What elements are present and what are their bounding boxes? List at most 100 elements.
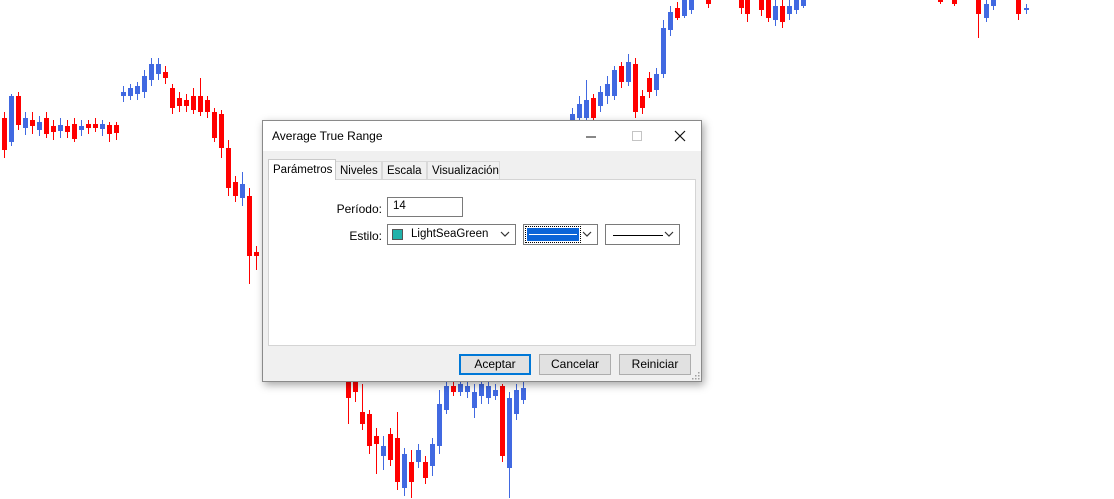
candle-body bbox=[984, 4, 989, 18]
tab-visualizacion[interactable]: Visualización bbox=[427, 161, 500, 179]
bearish-candle bbox=[706, 0, 711, 8]
tab-parametros[interactable]: Parámetros bbox=[268, 159, 336, 180]
bearish-candle bbox=[388, 428, 393, 466]
dialog-titlebar[interactable]: Average True Range bbox=[263, 121, 701, 151]
line-width-preview bbox=[525, 226, 581, 243]
bullish-candle bbox=[416, 444, 421, 468]
candle-body bbox=[114, 125, 119, 133]
candle-body bbox=[598, 92, 603, 106]
candle-body bbox=[605, 84, 610, 96]
candle-body bbox=[156, 64, 161, 74]
bullish-candle bbox=[612, 66, 617, 100]
candle-body bbox=[184, 100, 189, 106]
tab-niveles[interactable]: Niveles bbox=[335, 161, 382, 179]
bearish-candle bbox=[44, 112, 49, 138]
candle-body bbox=[451, 386, 456, 392]
candle-body bbox=[584, 100, 589, 118]
candle-body bbox=[991, 0, 996, 6]
bearish-candle bbox=[409, 450, 414, 498]
line-style-select[interactable] bbox=[605, 224, 680, 245]
candle-body bbox=[577, 104, 582, 118]
candle-body bbox=[500, 386, 505, 456]
close-button[interactable] bbox=[657, 121, 703, 151]
candle-body bbox=[493, 390, 498, 396]
candle-body bbox=[952, 0, 957, 4]
candle-body bbox=[23, 118, 28, 128]
candle-body bbox=[100, 124, 105, 129]
bullish-candle bbox=[486, 380, 491, 404]
candle-body bbox=[612, 70, 617, 96]
accept-button[interactable]: Aceptar bbox=[459, 354, 531, 375]
candle-body bbox=[507, 398, 512, 468]
minimize-button[interactable] bbox=[568, 121, 614, 151]
candle-body bbox=[444, 386, 449, 410]
bearish-candle bbox=[780, 0, 785, 28]
minimize-icon bbox=[585, 136, 596, 137]
bullish-candle bbox=[58, 118, 63, 138]
resize-grip-icon[interactable] bbox=[690, 370, 700, 380]
bullish-candle bbox=[605, 76, 610, 104]
candle-body bbox=[51, 126, 56, 132]
chevron-down-icon bbox=[582, 231, 592, 237]
candle-body bbox=[801, 0, 806, 6]
candle-body bbox=[107, 125, 112, 134]
bullish-candle bbox=[682, 0, 687, 18]
bullish-candle bbox=[507, 392, 512, 498]
candle-body bbox=[654, 74, 659, 90]
candle-body bbox=[205, 100, 210, 112]
candle-body bbox=[191, 96, 196, 110]
bullish-candle bbox=[472, 384, 477, 418]
candle-body bbox=[142, 76, 147, 92]
candle-body bbox=[668, 12, 673, 30]
period-input[interactable]: 14 bbox=[387, 197, 463, 217]
candle-body bbox=[739, 0, 744, 8]
bearish-candle bbox=[86, 120, 91, 134]
style-label: Estilo: bbox=[349, 229, 382, 243]
color-swatch bbox=[392, 229, 403, 240]
bullish-candle bbox=[577, 96, 582, 122]
bullish-candle bbox=[128, 84, 133, 100]
candle-body bbox=[1016, 0, 1021, 14]
candle-body bbox=[16, 96, 21, 125]
bullish-candle bbox=[381, 436, 386, 470]
bearish-candle bbox=[938, 0, 943, 4]
bearish-candle bbox=[219, 110, 224, 158]
bullish-candle bbox=[1024, 4, 1029, 14]
bearish-candle bbox=[739, 0, 744, 14]
candle-body bbox=[44, 118, 49, 134]
bullish-candle bbox=[689, 0, 694, 14]
candle-body bbox=[149, 64, 154, 80]
candle-body bbox=[9, 96, 14, 142]
candle-body bbox=[2, 118, 7, 150]
cancel-button[interactable]: Cancelar bbox=[539, 354, 611, 375]
candle-body bbox=[353, 382, 358, 392]
candle-body bbox=[423, 462, 428, 478]
color-select[interactable]: LightSeaGreen bbox=[387, 224, 516, 245]
line-width-select[interactable] bbox=[523, 224, 598, 245]
bullish-candle bbox=[444, 380, 449, 414]
bullish-candle bbox=[668, 6, 673, 36]
bearish-candle bbox=[675, 2, 680, 20]
bearish-candle bbox=[976, 0, 981, 38]
bearish-candle bbox=[191, 88, 196, 114]
candle-body bbox=[661, 28, 666, 74]
bullish-candle bbox=[156, 58, 161, 80]
close-icon bbox=[674, 130, 686, 142]
candle-body bbox=[240, 184, 245, 198]
bullish-candle bbox=[23, 112, 28, 135]
candle-body bbox=[479, 384, 484, 396]
bearish-candle bbox=[51, 120, 56, 140]
bearish-candle bbox=[30, 112, 35, 134]
bearish-candle bbox=[500, 384, 505, 462]
reset-button[interactable]: Reiniciar bbox=[619, 354, 691, 375]
candle-body bbox=[360, 412, 365, 424]
candle-body bbox=[212, 112, 217, 138]
bearish-candle bbox=[640, 90, 645, 114]
bullish-candle bbox=[787, 0, 792, 20]
candle-body bbox=[472, 392, 477, 408]
color-select-value: LightSeaGreen bbox=[411, 228, 489, 240]
candle-body bbox=[766, 0, 771, 18]
candle-body bbox=[647, 78, 652, 92]
tab-escala[interactable]: Escala bbox=[382, 161, 427, 179]
bullish-candle bbox=[661, 20, 666, 78]
